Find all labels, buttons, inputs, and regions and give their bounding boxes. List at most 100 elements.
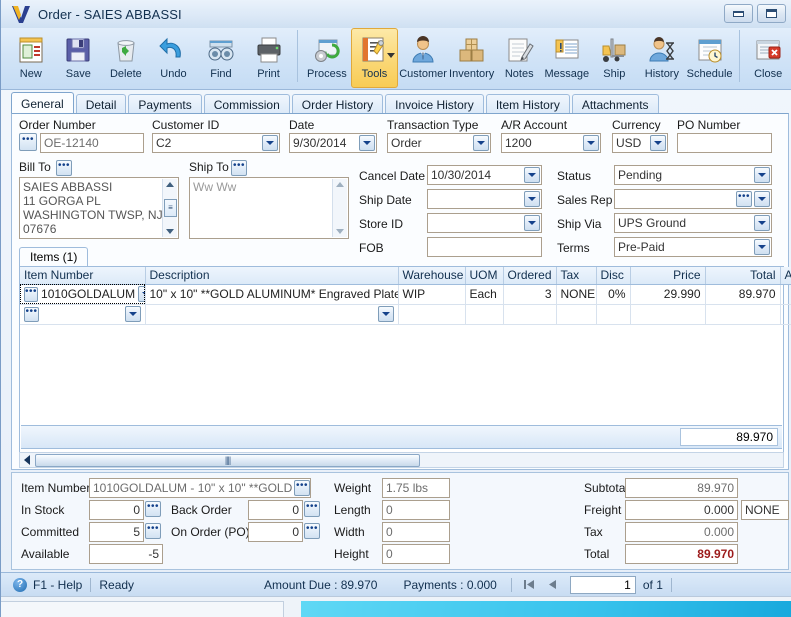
toolbar-notes-button[interactable]: Notes	[495, 28, 543, 88]
cell-tax[interactable]: NONE	[556, 284, 597, 305]
cell-price[interactable]	[630, 304, 706, 325]
cell-description[interactable]: 10" x 10" **GOLD ALUMINUM* Engraved Plat…	[145, 284, 399, 305]
tab-attachments[interactable]: Attachments	[571, 94, 659, 114]
tab-order-history[interactable]: Order History	[291, 94, 384, 114]
ship-via-combo[interactable]: UPS Ground	[614, 213, 772, 233]
toolbar-delete-button[interactable]: Delete	[102, 28, 150, 88]
bill-to-scrollbar[interactable]: ≡	[162, 179, 177, 237]
bill-to-address[interactable]: SAIES ABBASSI 11 GORGA PL WASHINGTON TWS…	[19, 177, 179, 239]
committed-lookup-button[interactable]: •••	[145, 523, 161, 539]
scroll-down-icon[interactable]	[166, 229, 174, 234]
height-input[interactable]: 0	[382, 544, 450, 564]
cell-total[interactable]	[705, 304, 781, 325]
ship-to-address[interactable]: Ww Ww	[189, 177, 349, 239]
item-lookup-button[interactable]: •••	[24, 286, 39, 302]
cancel-date-combo[interactable]: 10/30/2014	[427, 165, 542, 185]
cell-tax[interactable]	[556, 304, 597, 325]
ship-date-combo[interactable]	[427, 189, 542, 209]
back-order-lookup-button[interactable]: •••	[304, 501, 320, 517]
scrollbar-thumb[interactable]: ||||	[35, 453, 420, 467]
col-total[interactable]: Total	[705, 267, 781, 285]
toolbar-tools-button[interactable]: Tools	[350, 28, 399, 88]
cell-description[interactable]	[145, 304, 399, 325]
sales-rep-combo[interactable]: •••	[614, 189, 772, 209]
scroll-down-icon[interactable]	[336, 229, 344, 234]
terms-dropdown-icon[interactable]	[754, 239, 770, 255]
order-number-lookup-button[interactable]: •••	[19, 133, 37, 151]
cell-uom[interactable]	[465, 304, 504, 325]
tab-detail[interactable]: Detail	[75, 94, 127, 114]
grid-horizontal-scrollbar[interactable]: ||||	[19, 452, 784, 468]
tab-commission[interactable]: Commission	[203, 94, 290, 114]
toolbar-customer-button[interactable]: Customer	[398, 28, 448, 88]
scroll-up-icon[interactable]	[166, 182, 174, 187]
transaction-type-combo[interactable]: Order	[387, 133, 491, 153]
maximize-button[interactable]	[757, 4, 786, 23]
currency-combo[interactable]: USD	[612, 133, 668, 153]
status-combo[interactable]: Pending	[614, 165, 772, 185]
sales-rep-lookup-button[interactable]: •••	[736, 191, 752, 207]
available-input[interactable]: -5	[89, 544, 163, 564]
cell-uom[interactable]: Each	[465, 284, 504, 305]
col-additional[interactable]: Additio	[780, 267, 791, 285]
cell-price[interactable]: 29.990	[630, 284, 706, 305]
col-disc[interactable]: Disc	[596, 267, 631, 285]
transaction-type-dropdown-icon[interactable]	[473, 135, 489, 151]
detail-item-number-input[interactable]: 1010GOLDALUM - 10" x 10" **GOLD ALUM	[89, 478, 311, 498]
status-dropdown-icon[interactable]	[754, 167, 770, 183]
fob-input[interactable]	[427, 237, 542, 257]
previous-record-button[interactable]	[544, 577, 562, 593]
cell-warehouse[interactable]	[398, 304, 466, 325]
minimize-button[interactable]	[724, 4, 753, 23]
toolbar-close-button[interactable]: Close	[744, 28, 791, 88]
col-ordered[interactable]: Ordered	[503, 267, 557, 285]
cell-disc[interactable]: 0%	[596, 284, 631, 305]
po-number-input[interactable]	[677, 133, 772, 153]
ship-to-lookup-button[interactable]: •••	[231, 160, 247, 176]
toolbar-print-button[interactable]: Print	[245, 28, 293, 88]
date-dropdown-icon[interactable]	[359, 135, 375, 151]
toolbar-history-button[interactable]: History	[638, 28, 686, 88]
ar-account-dropdown-icon[interactable]	[583, 135, 599, 151]
toolbar-process-button[interactable]: Process	[303, 28, 351, 88]
tab-payments[interactable]: Payments	[128, 94, 202, 114]
tab-general[interactable]: General	[11, 92, 74, 114]
table-row[interactable]: ••• 1010GOLDALUM 10" x 10" **GOLD ALUMIN…	[20, 284, 791, 305]
freight-tax-code[interactable]: NONE	[741, 500, 789, 520]
in-stock-lookup-button[interactable]: •••	[145, 501, 161, 517]
detail-item-lookup-button[interactable]: •••	[294, 480, 310, 496]
back-order-input[interactable]: 0	[248, 500, 303, 520]
cell-disc[interactable]	[596, 304, 631, 325]
col-price[interactable]: Price	[630, 267, 706, 285]
ar-account-combo[interactable]: 1200	[501, 133, 601, 153]
customer-id-dropdown-icon[interactable]	[262, 135, 278, 151]
store-id-combo[interactable]	[427, 213, 542, 233]
store-id-dropdown-icon[interactable]	[524, 215, 540, 231]
cancel-date-dropdown-icon[interactable]	[524, 167, 540, 183]
cell-ordered[interactable]	[503, 304, 557, 325]
toolbar-save-button[interactable]: Save	[55, 28, 103, 88]
bill-to-lookup-button[interactable]: •••	[56, 160, 72, 176]
cell-item-number[interactable]: ••• 1010GOLDALUM	[20, 284, 146, 305]
item-number-dropdown-icon[interactable]	[138, 286, 144, 302]
col-item-number[interactable]: Item Number	[20, 267, 146, 285]
toolbar-new-button[interactable]: New	[7, 28, 55, 88]
scroll-up-icon[interactable]	[336, 182, 344, 187]
currency-dropdown-icon[interactable]	[650, 135, 666, 151]
cell-warehouse[interactable]: WIP	[398, 284, 466, 305]
ship-via-dropdown-icon[interactable]	[754, 215, 770, 231]
weight-input[interactable]: 1.75 lbs	[382, 478, 450, 498]
sales-rep-dropdown-icon[interactable]	[754, 191, 770, 207]
ship-to-scrollbar[interactable]	[332, 179, 347, 237]
cell-additional[interactable]	[780, 304, 791, 325]
length-input[interactable]: 0	[382, 500, 450, 520]
cell-ordered[interactable]: 3	[503, 284, 557, 305]
help-text[interactable]: F1 - Help	[33, 578, 82, 592]
cell-item-number[interactable]: •••	[20, 304, 146, 325]
page-number-input[interactable]: 1	[569, 575, 636, 594]
toolbar-schedule-button[interactable]: Schedule	[686, 28, 734, 88]
on-order-po-input[interactable]: 0	[248, 522, 303, 542]
on-order-po-lookup-button[interactable]: •••	[304, 523, 320, 539]
tab-item-history[interactable]: Item History	[485, 94, 570, 114]
toolbar-inventory-button[interactable]: Inventory	[448, 28, 496, 88]
